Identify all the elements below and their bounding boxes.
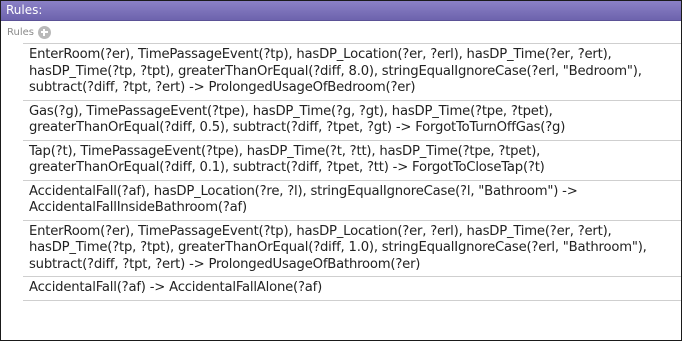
rules-list-header: Rules bbox=[1, 21, 681, 43]
rule-row-5[interactable]: EnterRoom(?er), TimePassageEvent(?tp), h… bbox=[23, 221, 681, 277]
panel-title: Rules: bbox=[1, 1, 681, 21]
rules-list-label: Rules bbox=[7, 26, 34, 38]
rule-text-line: subtract(?diff, ?tpt, ?ert) -> Prolonged… bbox=[29, 256, 421, 272]
rule-text-line: Tap(?t), TimePassageEvent(?tpe), hasDP_T… bbox=[29, 143, 541, 159]
rule-text-line: greaterThanOrEqual(?diff, 0.5), subtract… bbox=[29, 120, 566, 135]
rule-text-line: Gas(?g), TimePassageEvent(?tpe), hasDP_T… bbox=[29, 103, 553, 119]
rules-panel: Rules: Rules EnterRoom(?er), TimePassage… bbox=[0, 0, 682, 341]
rule-text-line: subtract(?diff, ?tpt, ?ert) -> Prolonged… bbox=[29, 80, 416, 95]
rules-list: EnterRoom(?er), TimePassageEvent(?tp), h… bbox=[23, 43, 681, 301]
rule-text-line: EnterRoom(?er), TimePassageEvent(?tp), h… bbox=[29, 223, 612, 239]
rule-text-line: hasDP_Time(?tp, ?tpt), greaterThanOrEqua… bbox=[29, 240, 647, 255]
rule-text-line: AccidentalFallInsideBathroom(?af) bbox=[29, 200, 247, 215]
rule-text-line: AccidentalFall(?af), hasDP_Location(?re,… bbox=[29, 183, 578, 199]
rule-text-line: greaterThanOrEqual(?diff, 0.1), subtract… bbox=[29, 160, 545, 175]
rule-text-line: hasDP_Time(?tp, ?tpt), greaterThanOrEqua… bbox=[29, 63, 642, 79]
rule-row-4[interactable]: AccidentalFall(?af), hasDP_Location(?re,… bbox=[23, 181, 681, 221]
rule-row-1[interactable]: EnterRoom(?er), TimePassageEvent(?tp), h… bbox=[23, 44, 681, 101]
rule-row-3[interactable]: Tap(?t), TimePassageEvent(?tpe), hasDP_T… bbox=[23, 141, 681, 181]
add-rule-icon[interactable] bbox=[37, 25, 51, 39]
rule-row-6[interactable]: AccidentalFall(?af) -> AccidentalFallAlo… bbox=[23, 277, 681, 301]
rule-row-2[interactable]: Gas(?g), TimePassageEvent(?tpe), hasDP_T… bbox=[23, 101, 681, 141]
rule-text-line: AccidentalFall(?af) -> AccidentalFallAlo… bbox=[29, 280, 323, 295]
rule-text-line: EnterRoom(?er), TimePassageEvent(?tp), h… bbox=[29, 47, 612, 62]
